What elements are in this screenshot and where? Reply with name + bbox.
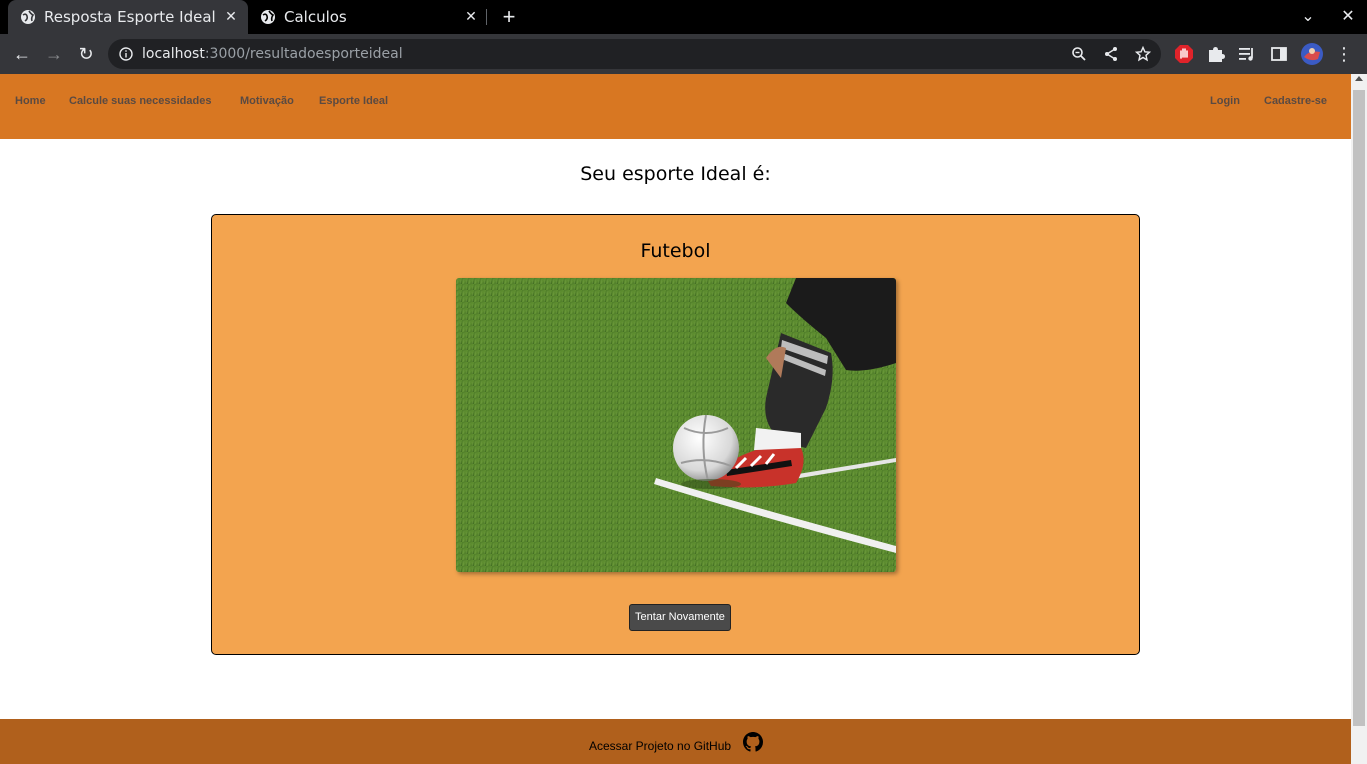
page-viewport: Home Calcule suas necessidades Motivação… [0,74,1351,764]
globe-icon [261,10,275,24]
media-list-icon[interactable] [1237,44,1257,64]
close-icon[interactable]: ✕ [462,8,480,26]
new-tab-icon[interactable]: + [499,6,519,28]
tab-title: Calculos [284,8,347,26]
close-window-icon[interactable]: ✕ [1338,7,1358,27]
close-icon[interactable]: ✕ [222,8,240,26]
footer: Acessar Projeto no GitHub [0,719,1351,764]
nav-link-calcule[interactable]: Calcule suas necessidades [69,95,211,107]
result-card: Futebol Tentar Novamente [211,214,1140,655]
info-icon[interactable] [119,47,133,61]
chevron-down-icon[interactable]: ⌄ [1298,7,1318,27]
side-panel-icon[interactable] [1269,44,1289,64]
star-icon[interactable] [1135,46,1151,62]
reload-icon[interactable]: ↻ [74,42,98,66]
address-bar[interactable]: localhost:3000/resultadoesporteideal [108,39,1161,69]
menu-icon[interactable]: ⋮ [1332,42,1356,66]
share-icon[interactable] [1103,46,1119,62]
adblock-icon[interactable] [1174,44,1194,64]
puzzle-icon[interactable] [1206,44,1226,64]
forward-icon[interactable]: → [42,42,66,66]
page-title: Seu esporte Ideal é: [580,163,771,185]
browser-toolbar: ← → ↻ localhost:3000/resultadoesporteide… [0,34,1367,74]
url-text: localhost:3000/resultadoesporteideal [142,46,403,62]
scrollbar-thumb[interactable] [1353,90,1365,726]
nav-link-login[interactable]: Login [1210,95,1240,107]
soccer-photo [456,278,896,572]
github-icon[interactable] [743,732,763,752]
nav-link-esporte-ideal[interactable]: Esporte Ideal [319,95,388,107]
tab-separator [486,9,487,25]
nav-link-cadastre[interactable]: Cadastre-se [1264,95,1327,107]
tab-title: Resposta Esporte Ideal [44,8,216,26]
github-link[interactable]: Acessar Projeto no GitHub [589,739,731,753]
nav-link-home[interactable]: Home [15,95,46,107]
site-navbar: Home Calcule suas necessidades Motivação… [0,74,1351,139]
retry-button[interactable]: Tentar Novamente [629,604,731,631]
zoom-icon[interactable] [1071,46,1087,62]
back-icon[interactable]: ← [10,42,34,66]
nav-link-motivacao[interactable]: Motivação [240,95,294,107]
browser-tab-bar: Resposta Esporte Ideal ✕ Calculos ✕ + ⌄ … [0,0,1367,34]
sport-name: Futebol [640,240,711,262]
avatar[interactable] [1300,42,1324,66]
tab-calculos[interactable]: Calculos ✕ [248,0,488,34]
globe-icon [21,10,35,24]
scrollbar[interactable] [1351,74,1367,764]
scroll-up-arrow-icon[interactable] [1355,76,1363,81]
tab-resposta-esporte-ideal[interactable]: Resposta Esporte Ideal ✕ [8,0,248,34]
